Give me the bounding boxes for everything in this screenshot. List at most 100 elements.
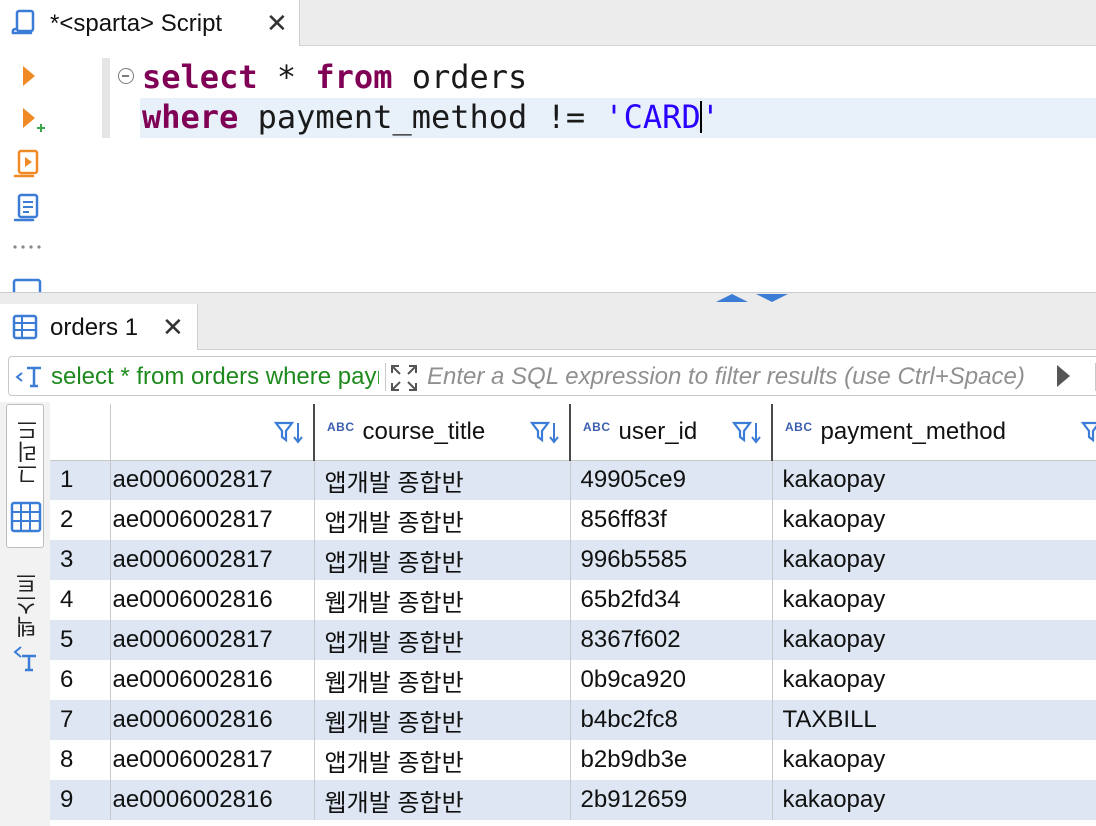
column-header-user-id[interactable]: ABC user_id bbox=[570, 404, 773, 461]
maximize-results-arrow-icon[interactable] bbox=[756, 294, 788, 302]
column-header[interactable] bbox=[110, 404, 315, 461]
column-name: course_title bbox=[362, 418, 486, 445]
table-row[interactable]: 4 ae0006002816 웹개발 종합반 65b2fd34 kakaopay bbox=[50, 580, 1096, 620]
code-text: orders bbox=[392, 58, 528, 96]
close-icon[interactable]: ✕ bbox=[162, 314, 184, 340]
column-name: payment_method bbox=[820, 418, 1006, 445]
column-header-course-title[interactable]: ABC course_title bbox=[314, 404, 571, 461]
cell-payment-method[interactable]: kakaopay bbox=[772, 660, 1096, 700]
keyword-where: where bbox=[142, 98, 239, 136]
row-number[interactable]: 1 bbox=[50, 460, 111, 500]
cell-course-title[interactable]: 앱개발 종합반 bbox=[314, 460, 571, 500]
column-filter-sort-icon[interactable] bbox=[1080, 420, 1096, 446]
column-filter-sort-icon[interactable] bbox=[529, 420, 559, 446]
cell-course-title[interactable]: 웹개발 종합반 bbox=[314, 580, 571, 620]
cell-payment-method[interactable]: kakaopay bbox=[772, 740, 1096, 780]
row-number[interactable]: 9 bbox=[50, 780, 111, 820]
cell-course-title[interactable]: 웹개발 종합반 bbox=[314, 780, 571, 820]
cell-course-title[interactable]: 앱개발 종합반 bbox=[314, 540, 571, 580]
row-number[interactable]: 5 bbox=[50, 620, 111, 660]
cell-payment-method[interactable]: kakaopay bbox=[772, 500, 1096, 540]
results-tabbar: orders 1 ✕ bbox=[0, 304, 1096, 350]
output-panel-icon[interactable] bbox=[12, 278, 42, 292]
text-view-label: 텍스트 bbox=[15, 572, 40, 638]
cell-id[interactable]: ae0006002816 bbox=[110, 580, 315, 620]
explain-plan-icon[interactable] bbox=[12, 192, 44, 224]
table-row[interactable]: 2 ae0006002817 앱개발 종합반 856ff83f kakaopay bbox=[50, 500, 1096, 540]
table-row[interactable]: 6 ae0006002816 웹개발 종합반 0b9ca920 kakaopay bbox=[50, 660, 1096, 700]
row-number[interactable]: 7 bbox=[50, 700, 111, 740]
row-number[interactable]: 8 bbox=[50, 740, 111, 780]
execute-script-icon[interactable] bbox=[12, 148, 44, 180]
tab-script[interactable]: *<sparta> Script ✕ bbox=[0, 0, 300, 46]
panel-splitter[interactable] bbox=[0, 292, 1096, 304]
code-line-2: where payment_method != 'CARD' bbox=[142, 98, 720, 136]
filter-history-icon[interactable] bbox=[15, 365, 45, 389]
cell-id[interactable]: ae0006002816 bbox=[110, 660, 315, 700]
cell-user-id[interactable]: 0b9ca920 bbox=[570, 660, 773, 700]
execute-in-new-tab-icon[interactable] bbox=[20, 106, 46, 136]
cell-payment-method[interactable]: kakaopay bbox=[772, 460, 1096, 500]
cell-payment-method[interactable]: kakaopay bbox=[772, 620, 1096, 660]
cell-id[interactable]: ae0006002816 bbox=[110, 700, 315, 740]
cell-course-title[interactable]: 앱개발 종합반 bbox=[314, 740, 571, 780]
filter-expression-input[interactable] bbox=[427, 361, 1047, 393]
table-row[interactable]: 7 ae0006002816 웹개발 종합반 b4bc2fc8 TAXBILL bbox=[50, 700, 1096, 740]
cell-course-title[interactable]: 앱개발 종합반 bbox=[314, 500, 571, 540]
results-grid[interactable]: ABC course_title ABC user_id ABC payment_me… bbox=[50, 404, 1096, 826]
tab-script-label: *<sparta> Script bbox=[50, 10, 223, 37]
cell-payment-method[interactable]: kakaopay bbox=[772, 580, 1096, 620]
maximize-editor-arrow-icon[interactable] bbox=[716, 294, 748, 302]
cell-user-id[interactable]: 2b912659 bbox=[570, 780, 773, 820]
cell-course-title[interactable]: 앱개발 종합반 bbox=[314, 620, 571, 660]
column-filter-sort-icon[interactable] bbox=[731, 420, 761, 446]
tab-grid-view[interactable]: 그리드 bbox=[6, 404, 44, 548]
cell-course-title[interactable]: 웹개발 종합반 bbox=[314, 660, 571, 700]
cell-user-id[interactable]: 65b2fd34 bbox=[570, 580, 773, 620]
more-tools-icon[interactable] bbox=[12, 244, 42, 250]
fold-collapse-icon[interactable] bbox=[118, 68, 134, 84]
table-row[interactable]: 8 ae0006002817 앱개발 종합반 b2b9db3e kakaopay bbox=[50, 740, 1096, 780]
cell-user-id[interactable]: 996b5585 bbox=[570, 540, 773, 580]
row-number[interactable]: 3 bbox=[50, 540, 111, 580]
string-literal-end: ' bbox=[700, 98, 720, 136]
column-filter-sort-icon[interactable] bbox=[273, 420, 303, 446]
results-table: ABC course_title ABC user_id ABC payment_me… bbox=[50, 404, 1096, 820]
execute-statement-icon[interactable] bbox=[20, 64, 38, 88]
cell-id[interactable]: ae0006002816 bbox=[110, 780, 315, 820]
expand-filter-icon[interactable] bbox=[389, 363, 419, 393]
result-view-switcher: 그리드 텍스트 bbox=[0, 402, 50, 826]
cell-user-id[interactable]: b2b9db3e bbox=[570, 740, 773, 780]
cell-payment-method[interactable]: kakaopay bbox=[772, 780, 1096, 820]
table-grid-icon bbox=[12, 314, 38, 340]
sql-editor[interactable]: select * from orders where payment_metho… bbox=[54, 46, 1096, 292]
apply-filter-icon[interactable] bbox=[1057, 365, 1070, 387]
row-number[interactable]: 4 bbox=[50, 580, 111, 620]
row-number[interactable]: 2 bbox=[50, 500, 111, 540]
cell-id[interactable]: ae0006002817 bbox=[110, 740, 315, 780]
table-row[interactable]: 5 ae0006002817 앱개발 종합반 8367f602 kakaopay bbox=[50, 620, 1096, 660]
cell-id[interactable]: ae0006002817 bbox=[110, 460, 315, 500]
cell-payment-method[interactable]: TAXBILL bbox=[772, 700, 1096, 740]
table-row[interactable]: 1 ae0006002817 앱개발 종합반 49905ce9 kakaopay bbox=[50, 460, 1096, 500]
cell-course-title[interactable]: 웹개발 종합반 bbox=[314, 700, 571, 740]
row-number[interactable]: 6 bbox=[50, 660, 111, 700]
current-query-text[interactable]: select * from orders where payment_metho… bbox=[51, 363, 379, 391]
cell-id[interactable]: ae0006002817 bbox=[110, 620, 315, 660]
cell-user-id[interactable]: b4bc2fc8 bbox=[570, 700, 773, 740]
string-literal: 'CARD bbox=[604, 98, 701, 136]
tab-orders-1[interactable]: orders 1 ✕ bbox=[0, 304, 198, 350]
column-header-payment-method[interactable]: ABC payment_method bbox=[772, 404, 1096, 461]
cell-id[interactable]: ae0006002817 bbox=[110, 540, 315, 580]
table-row[interactable]: 3 ae0006002817 앱개발 종합반 996b5585 kakaopay bbox=[50, 540, 1096, 580]
close-icon[interactable]: ✕ bbox=[266, 10, 288, 36]
row-number-header[interactable] bbox=[50, 404, 111, 461]
table-row[interactable]: 9 ae0006002816 웹개발 종합반 2b912659 kakaopay bbox=[50, 780, 1096, 820]
grid-view-label: 그리드 bbox=[16, 419, 41, 485]
cell-payment-method[interactable]: kakaopay bbox=[772, 540, 1096, 580]
cell-user-id[interactable]: 8367f602 bbox=[570, 620, 773, 660]
cell-id[interactable]: ae0006002817 bbox=[110, 500, 315, 540]
cell-user-id[interactable]: 856ff83f bbox=[570, 500, 773, 540]
tab-text-view[interactable]: 텍스트 bbox=[6, 570, 44, 680]
cell-user-id[interactable]: 49905ce9 bbox=[570, 460, 773, 500]
